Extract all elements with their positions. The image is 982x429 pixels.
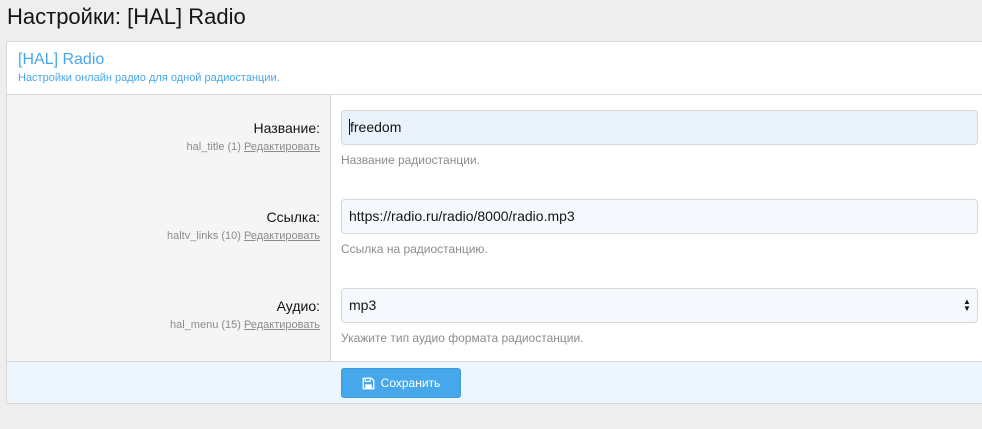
edit-link[interactable]: Редактировать: [244, 230, 320, 242]
form-row-audio: Аудио: hal_menu (15) Редактировать mp3 ▲…: [7, 273, 982, 362]
field-hint: haltv_links (10) Редактировать: [167, 230, 320, 242]
option-key: hal_menu (15): [170, 319, 241, 331]
save-button[interactable]: Сохранить: [341, 368, 461, 398]
form-row-title: Название: hal_title (1) Редактировать fr…: [7, 95, 982, 184]
audio-select-value: mp3: [349, 297, 377, 313]
row-control: freedom Название радиостанции.: [341, 95, 978, 167]
field-label: Ссылка:: [266, 209, 320, 225]
title-input[interactable]: freedom: [341, 110, 978, 145]
field-explain: Название радиостанции.: [341, 153, 480, 167]
field-explain: Укажите тип аудио формата радиостанции.: [341, 331, 584, 345]
form-rows: Название: hal_title (1) Редактировать fr…: [7, 95, 982, 361]
link-input[interactable]: https://radio.ru/radio/8000/radio.mp3: [341, 199, 978, 234]
page-title: Настройки: [HAL] Radio: [7, 4, 246, 29]
edit-link[interactable]: Редактировать: [244, 319, 320, 331]
title-input-value: freedom: [350, 119, 402, 135]
select-arrows-icon: ▲ ▼: [963, 297, 971, 313]
block-title: [HAL] Radio: [18, 51, 105, 68]
field-label: Аудио:: [276, 298, 320, 314]
row-control: https://radio.ru/radio/8000/radio.mp3 Сс…: [341, 184, 978, 256]
form-row-links: Ссылка: haltv_links (10) Редактировать h…: [7, 184, 982, 273]
block-header: [HAL] Radio Настройки онлайн радио для о…: [7, 42, 982, 95]
field-explain: Ссылка на радиостанцию.: [341, 242, 488, 256]
option-key: hal_title (1): [186, 141, 241, 153]
form-footer: Сохранить: [7, 361, 982, 403]
field-hint: hal_menu (15) Редактировать: [170, 319, 320, 331]
block-description: Настройки онлайн радио для одной радиост…: [18, 72, 280, 84]
edit-link[interactable]: Редактировать: [244, 141, 320, 153]
row-term: Название: hal_title (1) Редактировать: [187, 95, 320, 153]
option-key: haltv_links (10): [166, 230, 241, 242]
audio-select[interactable]: mp3 ▲ ▼: [341, 288, 978, 323]
save-button-label: Сохранить: [380, 376, 441, 390]
row-control: mp3 ▲ ▼ Укажите тип аудио формата радиост…: [341, 273, 978, 345]
field-hint: hal_title (1) Редактировать: [187, 141, 320, 153]
row-term: Ссылка: haltv_links (10) Редактировать: [167, 184, 320, 242]
link-input-value: https://radio.ru/radio/8000/radio.mp3: [349, 208, 575, 224]
field-label: Название:: [253, 120, 320, 136]
floppy-disk-icon: [362, 377, 375, 389]
row-term: Аудио: hal_menu (15) Редактировать: [170, 273, 320, 331]
settings-block: [HAL] Radio Настройки онлайн радио для о…: [6, 41, 982, 404]
